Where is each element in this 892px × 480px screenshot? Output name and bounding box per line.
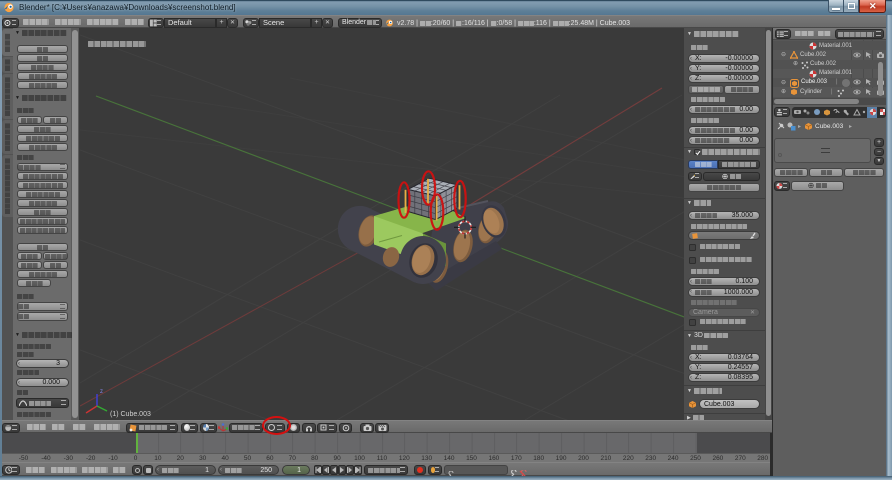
svg-text:(1) Cube.003: (1) Cube.003 (110, 411, 151, 418)
svg-text:z: z (100, 389, 103, 395)
